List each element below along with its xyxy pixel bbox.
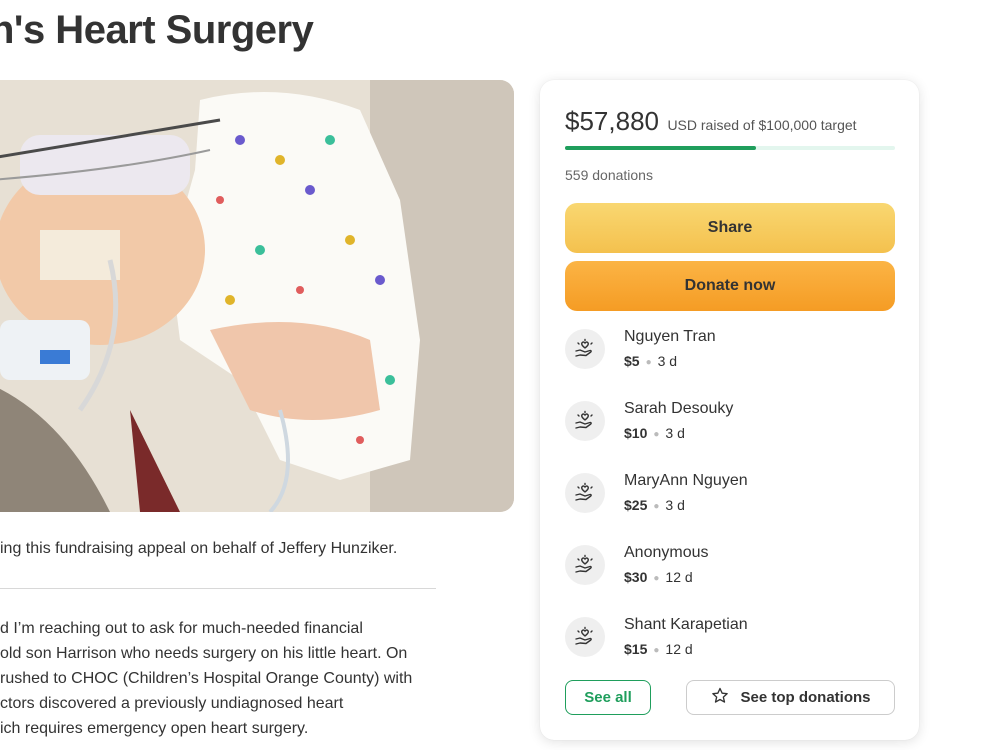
divider — [0, 588, 436, 589]
donor-amount: $10 — [624, 425, 648, 441]
campaign-hero-image — [0, 80, 514, 512]
see-all-button[interactable]: See all — [565, 680, 651, 715]
donor-time: 12 d — [665, 641, 693, 657]
donor-meta: $30 ● 12 d — [624, 569, 693, 585]
story-line: d I’m reaching out to ask for much-neede… — [0, 620, 363, 637]
heart-in-hand-icon — [565, 401, 605, 441]
separator-dot: ● — [653, 501, 660, 512]
donor-amount: $25 — [624, 497, 648, 513]
donor-time: 3 d — [657, 353, 678, 369]
donor-time: 3 d — [665, 497, 685, 513]
donor-name: Shant Karapetian — [624, 616, 748, 633]
heart-in-hand-icon — [565, 617, 605, 657]
story-line: ich requires emergency open heart surger… — [0, 720, 309, 737]
story-line: old son Harrison who needs surgery on hi… — [0, 645, 408, 662]
see-top-donations-button[interactable]: See top donations — [686, 680, 895, 715]
campaign-story: d I’m reaching out to ask for much-neede… — [0, 616, 450, 741]
organizer-statement: ing this fundraising appeal on behalf of… — [0, 540, 398, 557]
story-line: rushed to CHOC (Children’s Hospital Oran… — [0, 670, 413, 687]
share-button[interactable]: Share — [565, 203, 895, 253]
progress-bar — [565, 146, 895, 150]
story-line: ctors discovered a previously undiagnose… — [0, 695, 344, 712]
donor-item: Shant Karapetian $15 ● 12 d — [565, 616, 895, 667]
donation-panel: $57,880 USD raised of $100,000 target 55… — [540, 80, 919, 740]
separator-dot: ● — [653, 573, 660, 584]
donor-meta: $5 ● 3 d — [624, 353, 677, 369]
donor-meta: $15 ● 12 d — [624, 641, 693, 657]
donor-meta: $25 ● 3 d — [624, 497, 685, 513]
donor-amount: $30 — [624, 569, 648, 585]
donation-count: 559 donations — [565, 167, 653, 183]
donor-item: Nguyen Tran $5 ● 3 d — [565, 328, 895, 379]
donor-item: MaryAnn Nguyen $25 ● 3 d — [565, 472, 895, 523]
donor-name: Sarah Desouky — [624, 400, 734, 417]
donor-name: Nguyen Tran — [624, 328, 716, 345]
donor-amount: $15 — [624, 641, 648, 657]
star-outline-icon — [710, 686, 730, 710]
donor-item: Sarah Desouky $10 ● 3 d — [565, 400, 895, 451]
separator-dot: ● — [645, 357, 652, 368]
donate-now-button[interactable]: Donate now — [565, 261, 895, 311]
heart-in-hand-icon — [565, 473, 605, 513]
donor-time: 12 d — [665, 569, 693, 585]
raised-target: USD raised of $100,000 target — [667, 117, 857, 133]
donor-amount: $5 — [624, 353, 640, 369]
donor-name: Anonymous — [624, 544, 709, 561]
see-top-donations-label: See top donations — [740, 689, 871, 706]
amount-raised: $57,880 USD raised of $100,000 target — [565, 106, 857, 137]
donor-time: 3 d — [665, 425, 685, 441]
raised-amount: $57,880 — [565, 106, 659, 136]
donor-item: Anonymous $30 ● 12 d — [565, 544, 895, 595]
page-title: n's Heart Surgery — [0, 8, 314, 52]
heart-in-hand-icon — [565, 329, 605, 369]
donor-meta: $10 ● 3 d — [624, 425, 685, 441]
separator-dot: ● — [653, 645, 660, 656]
heart-in-hand-icon — [565, 545, 605, 585]
progress-fill — [565, 146, 756, 150]
separator-dot: ● — [653, 429, 660, 440]
donor-name: MaryAnn Nguyen — [624, 472, 748, 489]
